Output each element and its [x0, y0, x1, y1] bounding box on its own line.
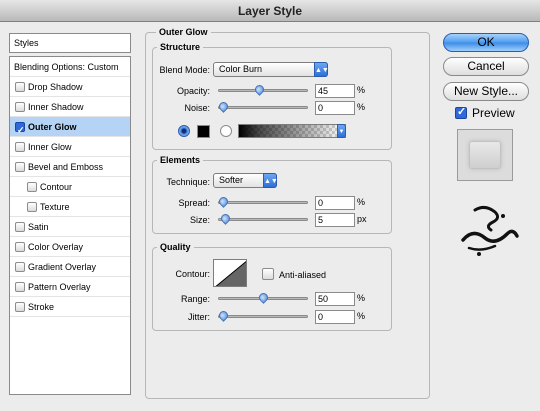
bevel-and-emboss-checkbox[interactable]	[15, 162, 25, 172]
chevron-updown-icon: ▲▼	[263, 173, 278, 188]
quality-title: Quality	[157, 242, 194, 253]
style-item-stroke[interactable]: Stroke	[10, 297, 130, 317]
style-item-label: Contour	[40, 182, 73, 192]
jitter-unit: %	[357, 311, 366, 321]
spread-label: Spread:	[178, 198, 210, 208]
style-item-texture[interactable]: Texture	[10, 197, 130, 217]
style-item-label: Color Overlay	[28, 242, 84, 252]
inner-glow-checkbox[interactable]	[15, 142, 25, 152]
opacity-label: Opacity:	[176, 86, 210, 96]
size-unit: px	[357, 214, 367, 224]
range-unit: %	[357, 293, 366, 303]
style-item-bevel-and-emboss[interactable]: Bevel and Emboss	[10, 157, 130, 177]
style-item-satin[interactable]: Satin	[10, 217, 130, 237]
jitter-label: Jitter:	[187, 312, 210, 322]
style-item-label: Inner Shadow	[28, 102, 84, 112]
style-item-color-overlay[interactable]: Color Overlay	[10, 237, 130, 257]
noise-label: Noise:	[184, 103, 210, 113]
drop-shadow-checkbox[interactable]	[15, 82, 25, 92]
contour-picker[interactable]: ▼	[213, 259, 247, 287]
contour-label: Contour:	[175, 269, 210, 279]
preview-checkbox[interactable]	[455, 105, 467, 119]
style-preview-thumbnail	[457, 129, 513, 181]
style-item-label: Outer Glow	[28, 122, 77, 132]
styles-list: Blending Options: Custom Drop Shadow Inn…	[9, 56, 131, 395]
blend-mode-select[interactable]: Color Burn ▲▼	[213, 62, 329, 77]
blend-mode-value: Color Burn	[219, 64, 263, 74]
gradient-overlay-checkbox[interactable]	[15, 262, 25, 272]
elements-title: Elements	[157, 155, 204, 166]
ok-button[interactable]: OK	[443, 33, 529, 52]
style-item-inner-glow[interactable]: Inner Glow	[10, 137, 130, 157]
glow-gradient-picker[interactable]: ▼	[238, 124, 346, 138]
panel-title: Outer Glow	[156, 27, 211, 38]
contour-curve-icon	[215, 260, 246, 286]
style-item-label: Inner Glow	[28, 142, 72, 152]
style-item-gradient-overlay[interactable]: Gradient Overlay	[10, 257, 130, 277]
solid-color-radio[interactable]	[178, 125, 190, 137]
style-item-label: Texture	[40, 202, 70, 212]
style-item-label: Drop Shadow	[28, 82, 83, 92]
style-item-outer-glow[interactable]: Outer Glow	[10, 117, 130, 140]
technique-value: Softer	[219, 175, 244, 185]
outer-glow-checkbox[interactable]	[15, 120, 25, 140]
new-style-button[interactable]: New Style...	[443, 82, 529, 101]
range-label: Range:	[180, 294, 210, 304]
gradient-radio[interactable]	[220, 125, 232, 137]
noise-unit: %	[357, 102, 366, 112]
glow-color-swatch[interactable]	[197, 125, 210, 138]
opacity-input[interactable]: 45	[315, 84, 355, 98]
style-item-label: Blending Options: Custom	[14, 62, 119, 72]
jitter-input[interactable]: 0	[315, 310, 355, 324]
style-item-label: Gradient Overlay	[28, 262, 97, 272]
style-item-label: Stroke	[28, 302, 55, 312]
anti-aliased-checkbox[interactable]	[262, 268, 274, 280]
technique-label: Technique:	[166, 177, 210, 187]
range-input[interactable]: 50	[315, 292, 355, 306]
structure-title: Structure	[157, 42, 204, 53]
style-item-contour[interactable]: Contour	[10, 177, 130, 197]
style-item-pattern-overlay[interactable]: Pattern Overlay	[10, 277, 130, 297]
style-item-drop-shadow[interactable]: Drop Shadow	[10, 77, 130, 97]
size-input[interactable]: 5	[315, 213, 355, 227]
texture-checkbox[interactable]	[27, 202, 37, 212]
range-slider[interactable]	[218, 291, 308, 304]
cancel-button[interactable]: Cancel	[443, 57, 529, 76]
size-slider[interactable]	[218, 212, 308, 225]
noise-input[interactable]: 0	[315, 101, 355, 115]
window-title-bar: Layer Style	[0, 0, 540, 22]
style-item-inner-shadow[interactable]: Inner Shadow	[10, 97, 130, 117]
chevron-down-icon: ▼	[337, 124, 346, 138]
style-item-blending-options[interactable]: Blending Options: Custom	[10, 57, 130, 77]
stroke-checkbox[interactable]	[15, 302, 25, 312]
anti-aliased-label: Anti-aliased	[279, 270, 327, 280]
technique-select[interactable]: Softer ▲▼	[213, 173, 278, 188]
spread-unit: %	[357, 197, 366, 207]
blend-mode-label: Blend Mode:	[159, 65, 210, 75]
contour-checkbox[interactable]	[27, 182, 37, 192]
size-label: Size:	[189, 215, 210, 225]
style-item-label: Pattern Overlay	[28, 282, 91, 292]
style-item-label: Bevel and Emboss	[28, 162, 104, 172]
style-item-label: Satin	[28, 222, 49, 232]
noise-slider[interactable]	[217, 100, 308, 113]
pattern-overlay-checkbox[interactable]	[15, 282, 25, 292]
inner-shadow-checkbox[interactable]	[15, 102, 25, 112]
spread-input[interactable]: 0	[315, 196, 355, 210]
color-overlay-checkbox[interactable]	[15, 242, 25, 252]
satin-checkbox[interactable]	[15, 222, 25, 232]
chevron-updown-icon: ▲▼	[314, 62, 329, 77]
window-title: Layer Style	[237, 4, 303, 18]
opacity-unit: %	[357, 85, 366, 95]
styles-header[interactable]: Styles	[9, 33, 131, 53]
preview-swatch	[469, 141, 501, 169]
jitter-slider[interactable]	[217, 309, 308, 322]
preview-label: Preview	[472, 106, 515, 120]
spread-slider[interactable]	[217, 195, 308, 208]
opacity-slider[interactable]	[218, 83, 308, 96]
watermark-logo	[461, 205, 519, 256]
